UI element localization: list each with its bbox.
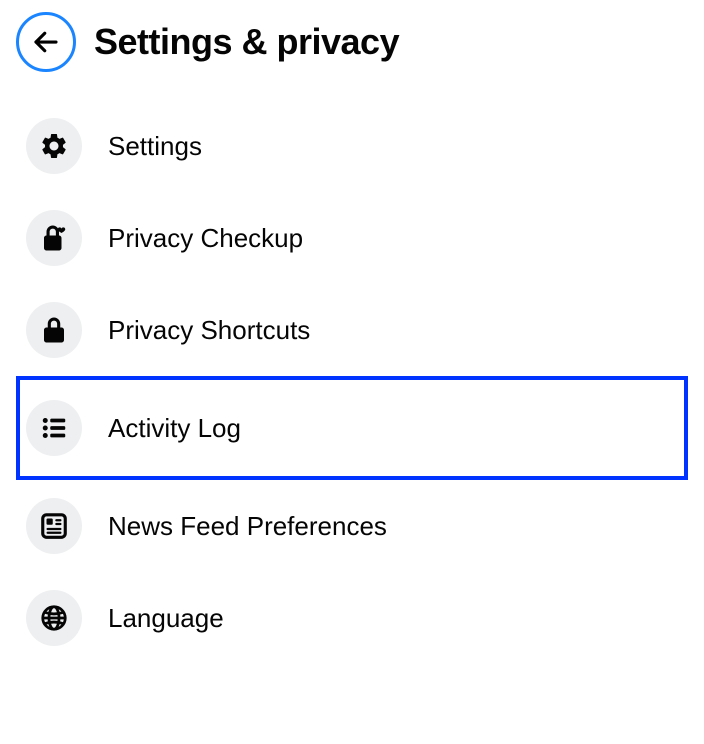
globe-icon xyxy=(39,603,69,633)
news-feed-icon xyxy=(39,511,69,541)
icon-container xyxy=(26,118,82,174)
menu-item-settings[interactable]: Settings xyxy=(16,100,688,192)
menu-item-privacy-shortcuts[interactable]: Privacy Shortcuts xyxy=(16,284,688,376)
icon-container xyxy=(26,590,82,646)
page-title: Settings & privacy xyxy=(94,21,399,63)
menu-item-activity-log[interactable]: Activity Log xyxy=(16,376,688,480)
menu-label: Settings xyxy=(108,131,202,162)
icon-container xyxy=(26,302,82,358)
menu-list: Settings Privacy Checkup Privacy Shortcu… xyxy=(16,100,688,664)
icon-container xyxy=(26,498,82,554)
list-icon xyxy=(39,413,69,443)
menu-label: Activity Log xyxy=(108,413,241,444)
icon-container xyxy=(26,210,82,266)
menu-item-privacy-checkup[interactable]: Privacy Checkup xyxy=(16,192,688,284)
lock-icon xyxy=(39,315,69,345)
menu-item-news-feed-preferences[interactable]: News Feed Preferences xyxy=(16,480,688,572)
lock-heart-icon xyxy=(39,223,69,253)
back-button[interactable] xyxy=(16,12,76,72)
menu-label: Privacy Shortcuts xyxy=(108,315,310,346)
gear-icon xyxy=(39,131,69,161)
menu-label: Language xyxy=(108,603,224,634)
menu-label: Privacy Checkup xyxy=(108,223,303,254)
back-arrow-icon xyxy=(31,27,61,57)
header: Settings & privacy xyxy=(16,12,688,72)
icon-container xyxy=(26,400,82,456)
menu-item-language[interactable]: Language xyxy=(16,572,688,664)
menu-label: News Feed Preferences xyxy=(108,511,387,542)
